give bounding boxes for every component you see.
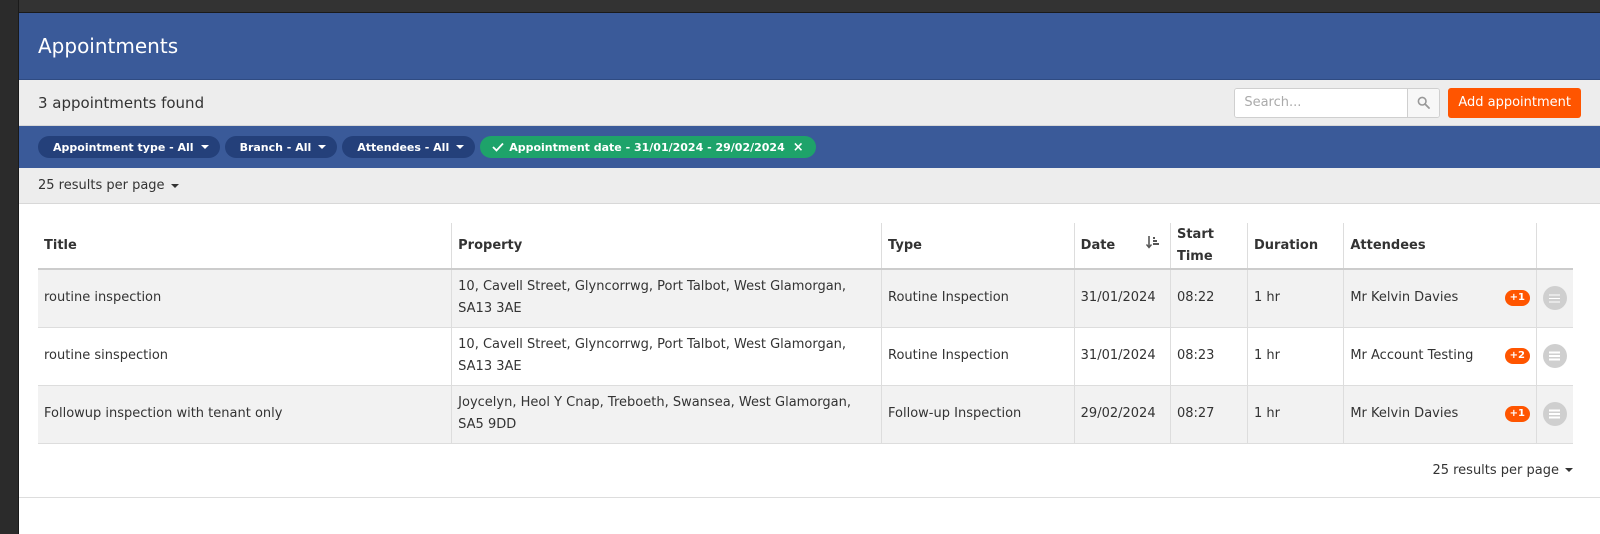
column-header-attendees[interactable]: Attendees: [1343, 223, 1537, 270]
cell-duration: 1 hr: [1247, 385, 1345, 444]
page-title: Appointments: [38, 34, 179, 58]
window-frame: Appointments 3 appointments found Add ap…: [0, 0, 1600, 534]
menu-icon: [1549, 297, 1561, 299]
extra-attendees-badge[interactable]: +1: [1504, 406, 1530, 422]
cell-actions: [1536, 327, 1573, 386]
table-row[interactable]: Followup inspection with tenant only Joy…: [38, 385, 1573, 444]
cell-date: 29/02/2024: [1074, 385, 1171, 444]
check-icon: [492, 142, 504, 152]
column-header-type[interactable]: Type: [881, 223, 1075, 270]
search-box: [1234, 87, 1441, 118]
per-page-label: 25 results per page: [38, 178, 165, 193]
column-header-date[interactable]: Date: [1074, 223, 1171, 270]
column-header-start-time[interactable]: Start Time: [1170, 223, 1249, 270]
per-page-dropdown-bottom[interactable]: 25 results per page: [1432, 463, 1573, 478]
cell-type: Routine Inspection: [881, 269, 1075, 328]
table-row[interactable]: routine sinspection 10, Cavell Street, G…: [38, 327, 1573, 386]
appointments-table-container: Title Property Type Date Start Time Dura…: [19, 204, 1600, 444]
results-toolbar: 3 appointments found Add appointment: [19, 80, 1600, 126]
close-icon[interactable]: ×: [793, 141, 804, 154]
column-header-duration[interactable]: Duration: [1247, 223, 1345, 270]
row-menu-button[interactable]: [1542, 286, 1567, 311]
per-page-bar-top: 25 results per page: [19, 168, 1600, 204]
appointments-page: Appointments 3 appointments found Add ap…: [19, 13, 1600, 534]
per-page-label: 25 results per page: [1432, 462, 1559, 478]
add-appointment-button[interactable]: Add appointment: [1448, 87, 1581, 118]
filter-appointment-date[interactable]: Appointment date - 31/01/2024 - 29/02/20…: [480, 136, 816, 158]
filter-branch[interactable]: Branch - All: [224, 136, 338, 158]
sort-ascending-icon: [1145, 235, 1160, 249]
appointments-table: Title Property Type Date Start Time Dura…: [38, 223, 1573, 444]
cell-attendees: Mr Kelvin Davies +1: [1343, 385, 1537, 444]
table-row[interactable]: routine inspection 10, Cavell Street, Gl…: [38, 269, 1573, 328]
attendee-name: Mr Kelvin Davies: [1350, 406, 1459, 421]
cell-actions: [1536, 385, 1573, 444]
page-header: Appointments: [19, 13, 1600, 80]
cell-property: 10, Cavell Street, Glyncorrwg, Port Talb…: [451, 327, 883, 386]
menu-icon: [1549, 413, 1561, 415]
filter-label: Branch - All: [239, 140, 312, 154]
search-input[interactable]: [1235, 88, 1408, 117]
cell-start-time: 08:27: [1170, 385, 1249, 444]
extra-attendees-badge[interactable]: +1: [1504, 290, 1530, 307]
cell-title: routine sinspection: [38, 327, 453, 386]
search-button[interactable]: [1407, 88, 1440, 117]
caret-down-icon: [200, 145, 209, 149]
top-window-strip: [0, 0, 1600, 13]
left-window-strip: [0, 0, 19, 534]
filter-label: Attendees - All: [357, 140, 450, 154]
cell-property: Joycelyn, Heol Y Cnap, Treboeth, Swansea…: [451, 385, 883, 444]
attendee-name: Mr Account Testing: [1350, 348, 1474, 363]
cell-title: routine inspection: [38, 269, 453, 328]
cell-type: Routine Inspection: [881, 327, 1075, 386]
search-icon: [1417, 96, 1431, 109]
cell-date: 31/01/2024: [1074, 327, 1171, 386]
cell-actions: [1536, 269, 1573, 328]
column-header-property[interactable]: Property: [451, 223, 883, 270]
extra-attendees-badge[interactable]: +2: [1504, 348, 1530, 364]
filter-appointment-type[interactable]: Appointment type - All: [38, 136, 220, 158]
cell-date: 31/01/2024: [1074, 269, 1171, 328]
cell-start-time: 08:23: [1170, 327, 1249, 386]
cell-start-time: 08:22: [1170, 269, 1249, 328]
cell-attendees: Mr Account Testing +2: [1343, 327, 1537, 386]
attendee-name: Mr Kelvin Davies: [1350, 290, 1459, 306]
menu-icon: [1549, 355, 1561, 357]
caret-down-icon: [318, 145, 327, 149]
cell-property: 10, Cavell Street, Glyncorrwg, Port Talb…: [451, 269, 883, 328]
caret-down-icon: [170, 183, 179, 188]
filter-label: Appointment date - 31/01/2024 - 29/02/20…: [509, 140, 785, 154]
column-header-title[interactable]: Title: [38, 223, 453, 270]
cell-title: Followup inspection with tenant only: [38, 385, 453, 444]
column-header-label: Date: [1080, 237, 1116, 253]
results-count: 3 appointments found: [38, 93, 205, 112]
row-menu-button[interactable]: [1542, 344, 1567, 368]
row-menu-button[interactable]: [1542, 402, 1567, 426]
table-header-row: Title Property Type Date Start Time Dura…: [38, 223, 1573, 270]
cell-duration: 1 hr: [1247, 269, 1345, 328]
caret-down-icon: [456, 145, 465, 149]
filter-bar: Appointment type - All Branch - All Atte…: [19, 126, 1600, 168]
filter-label: Appointment type - All: [53, 140, 194, 154]
cell-type: Follow-up Inspection: [881, 385, 1075, 444]
filter-attendees[interactable]: Attendees - All: [342, 136, 476, 158]
per-page-dropdown-top[interactable]: 25 results per page: [38, 178, 179, 193]
cell-duration: 1 hr: [1247, 327, 1345, 386]
caret-down-icon: [1565, 468, 1573, 472]
per-page-bar-bottom: 25 results per page: [19, 444, 1600, 498]
cell-attendees: Mr Kelvin Davies +1: [1343, 269, 1537, 328]
column-header-actions: [1536, 223, 1573, 270]
